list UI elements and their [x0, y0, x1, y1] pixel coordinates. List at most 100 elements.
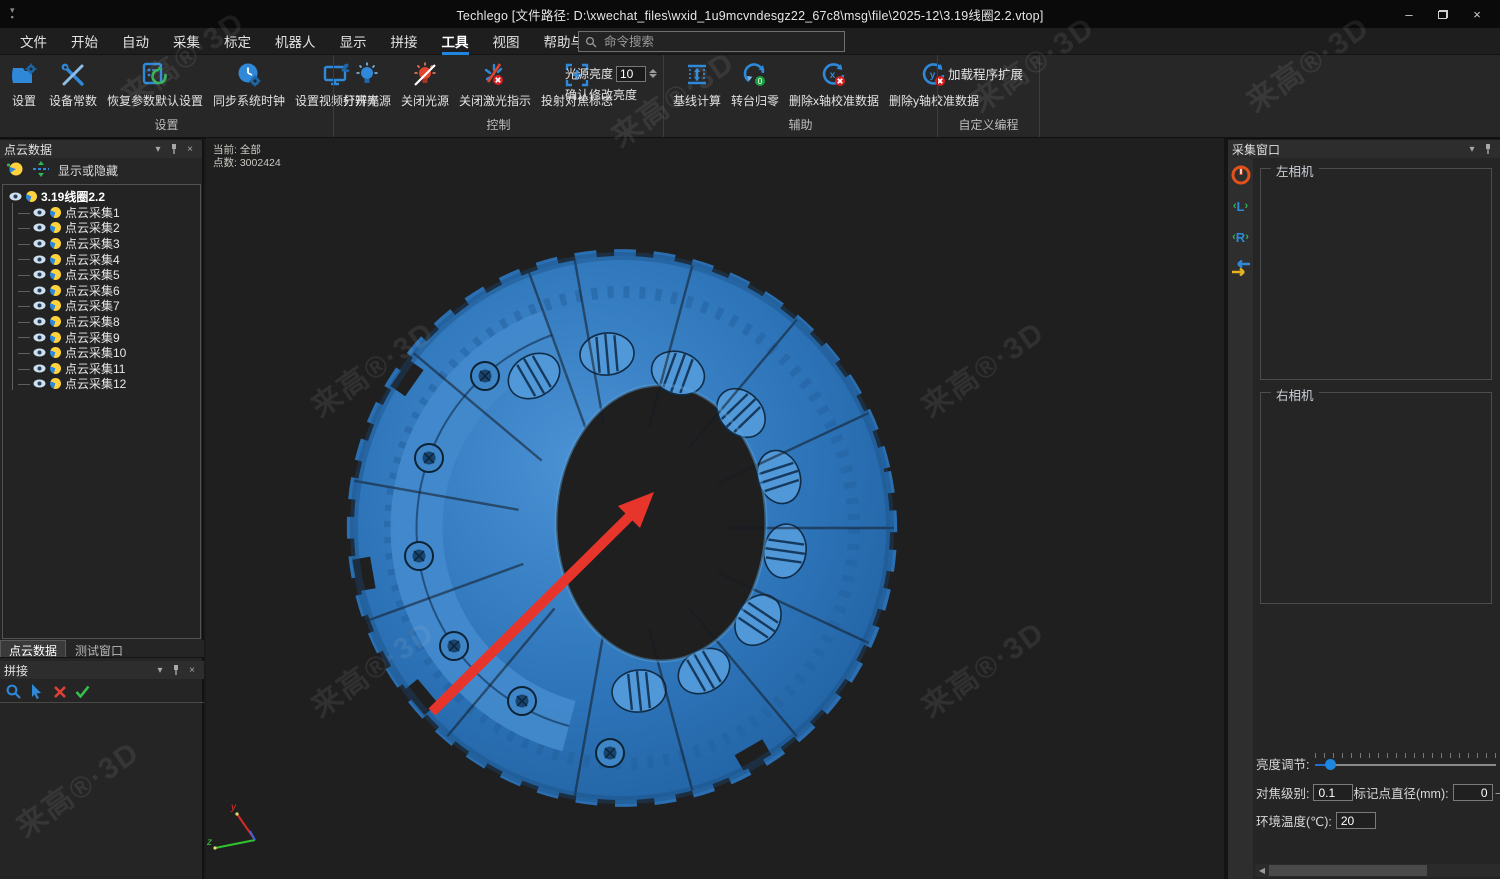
eye-icon[interactable] — [33, 223, 46, 232]
marker-diameter-input[interactable] — [1453, 784, 1493, 801]
tree-item[interactable]: 点云采集4 — [9, 251, 200, 267]
light-brightness-input[interactable] — [616, 66, 646, 82]
menu-start[interactable]: 开始 — [59, 28, 110, 55]
eye-icon[interactable] — [33, 317, 46, 326]
ribbon-group-control: 打开光源 关闭光源 关闭激光指示 — [333, 55, 663, 137]
tab-pointcloud-data[interactable]: 点云数据 — [0, 640, 66, 657]
eye-icon[interactable] — [9, 192, 22, 201]
zoom-icon[interactable] — [6, 684, 21, 699]
tree-item[interactable]: 点云采集9 — [9, 329, 200, 345]
tree-item[interactable]: 点云采集11 — [9, 361, 200, 377]
menu-robot[interactable]: 机器人 — [263, 28, 328, 55]
eye-icon[interactable] — [33, 301, 46, 310]
eye-icon[interactable] — [33, 239, 46, 248]
slider-handle[interactable] — [1325, 759, 1336, 770]
menu-calibration[interactable]: 标定 — [212, 28, 263, 55]
panel-dropdown-icon[interactable]: ▾ — [1464, 144, 1480, 155]
baseline-calc-button[interactable]: 基线计算 — [670, 58, 724, 111]
confirm-icon[interactable] — [75, 684, 90, 699]
panel-pin-icon[interactable] — [168, 665, 184, 676]
right-camera-icon[interactable]: ‹R› — [1230, 226, 1252, 248]
menu-stitch[interactable]: 拼接 — [379, 28, 430, 55]
settings-folder-icon — [9, 60, 39, 90]
command-search-input[interactable] — [604, 35, 838, 49]
ambient-temp-input[interactable] — [1336, 812, 1376, 829]
panel-close-icon[interactable]: × — [184, 665, 200, 676]
eye-icon[interactable] — [33, 208, 46, 217]
pointcloud-icon — [50, 363, 61, 374]
tree-root-item[interactable]: 3.19线圈2.2 — [9, 189, 200, 205]
stepper-down-icon[interactable] — [649, 74, 657, 78]
tree-item[interactable]: 点云采集12 — [9, 376, 200, 392]
menu-auto[interactable]: 自动 — [110, 28, 161, 55]
delete-x-calib-button[interactable]: x 删除x轴校准数据 — [786, 58, 882, 111]
sync-clock-button[interactable]: 同步系统时钟 — [210, 58, 288, 111]
device-constants-button[interactable]: 设备常数 — [46, 58, 100, 111]
capture-panel-header: 采集窗口 ▾ — [1228, 140, 1500, 158]
panel-pin-icon[interactable] — [166, 144, 182, 155]
tree-item[interactable]: 点云采集10 — [9, 345, 200, 361]
show-hide-label[interactable]: 显示或隐藏 — [58, 162, 118, 179]
panel-dropdown-icon[interactable]: ▾ — [152, 665, 168, 676]
menu-view[interactable]: 视图 — [481, 28, 532, 55]
rotate-zero-icon: 0 — [740, 60, 770, 90]
panel-close-icon[interactable]: × — [182, 144, 198, 155]
tree-item[interactable]: 点云采集6 — [9, 283, 200, 299]
select-cursor-icon[interactable] — [29, 684, 44, 699]
menu-tools[interactable]: 工具 — [430, 28, 481, 55]
scroll-left-icon[interactable]: ◀ — [1255, 866, 1269, 875]
eye-icon[interactable] — [33, 348, 46, 357]
restore-button[interactable] — [1426, 0, 1460, 28]
load-extension-button[interactable]: 加载程序扩展 — [944, 58, 1027, 89]
settings-button[interactable]: 设置 — [6, 58, 42, 111]
slider-track[interactable] — [1315, 764, 1496, 766]
menu-capture[interactable]: 采集 — [161, 28, 212, 55]
horizontal-scrollbar[interactable]: ◀ — [1255, 864, 1500, 877]
turntable-zero-button[interactable]: 0 转台归零 — [728, 58, 782, 111]
tree-item[interactable]: 点云采集1 — [9, 205, 200, 221]
cancel-icon[interactable] — [52, 684, 67, 699]
brightness-slider[interactable] — [1315, 752, 1496, 774]
swap-cameras-icon[interactable] — [1230, 257, 1252, 279]
panel-pin-icon[interactable] — [1480, 144, 1496, 155]
stepper-up-icon[interactable] — [649, 69, 657, 73]
pointcloud-tree: 3.19线圈2.2 点云采集1 点云采集2 点云采集3 点云采集4 点云采集5 … — [2, 184, 201, 639]
panel-dropdown-icon[interactable]: ▾ — [150, 144, 166, 155]
tab-test-window[interactable]: 测试窗口 — [66, 640, 132, 657]
menu-display[interactable]: 显示 — [328, 28, 379, 55]
eye-icon[interactable] — [33, 270, 46, 279]
tree-item[interactable]: 点云采集7 — [9, 298, 200, 314]
command-search-box[interactable] — [578, 31, 845, 52]
tree-item[interactable]: 点云采集2 — [9, 220, 200, 236]
eye-icon[interactable] — [33, 333, 46, 342]
tree-item[interactable]: 点云采集5 — [9, 267, 200, 283]
svg-text:y: y — [930, 70, 936, 81]
tree-item[interactable]: 点云采集8 — [9, 314, 200, 330]
add-pointcloud-icon[interactable] — [6, 161, 24, 180]
split-view-icon[interactable] — [32, 161, 50, 180]
eye-icon[interactable] — [33, 255, 46, 264]
window-title: Techlego [文件路径: D:\xwechat_files\wxid_1u… — [0, 5, 1500, 24]
tree-item[interactable]: 点云采集3 — [9, 236, 200, 252]
menu-file[interactable]: 文件 — [8, 28, 59, 55]
close-button[interactable]: × — [1460, 0, 1494, 28]
pointcloud-icon — [50, 285, 61, 296]
power-icon[interactable] — [1230, 164, 1252, 186]
scrollbar-thumb[interactable] — [1269, 865, 1427, 876]
eye-icon[interactable] — [33, 286, 46, 295]
laser-off-button[interactable]: 关闭激光指示 — [456, 58, 534, 111]
3d-viewport[interactable]: 当前: 全部 点数: 3002424 — [206, 138, 1224, 879]
focus-level-label: 对焦级别: — [1256, 783, 1309, 802]
eye-icon[interactable] — [33, 379, 46, 388]
restore-defaults-button[interactable]: 恢复参数默认设置 — [104, 58, 206, 111]
light-off-button[interactable]: 关闭光源 — [398, 58, 452, 111]
eye-icon[interactable] — [33, 364, 46, 373]
light-on-button[interactable]: 打开光源 — [340, 58, 394, 111]
quick-access-icon[interactable]: ▾▪ — [10, 7, 15, 21]
focus-level-input[interactable] — [1313, 784, 1353, 801]
confirm-brightness-button[interactable]: 确认修改亮度 — [565, 86, 637, 103]
minimize-button[interactable]: – — [1392, 0, 1426, 28]
brightness-stepper[interactable] — [649, 69, 657, 78]
restore-params-icon — [140, 60, 170, 90]
left-camera-icon[interactable]: ‹L› — [1230, 195, 1252, 217]
